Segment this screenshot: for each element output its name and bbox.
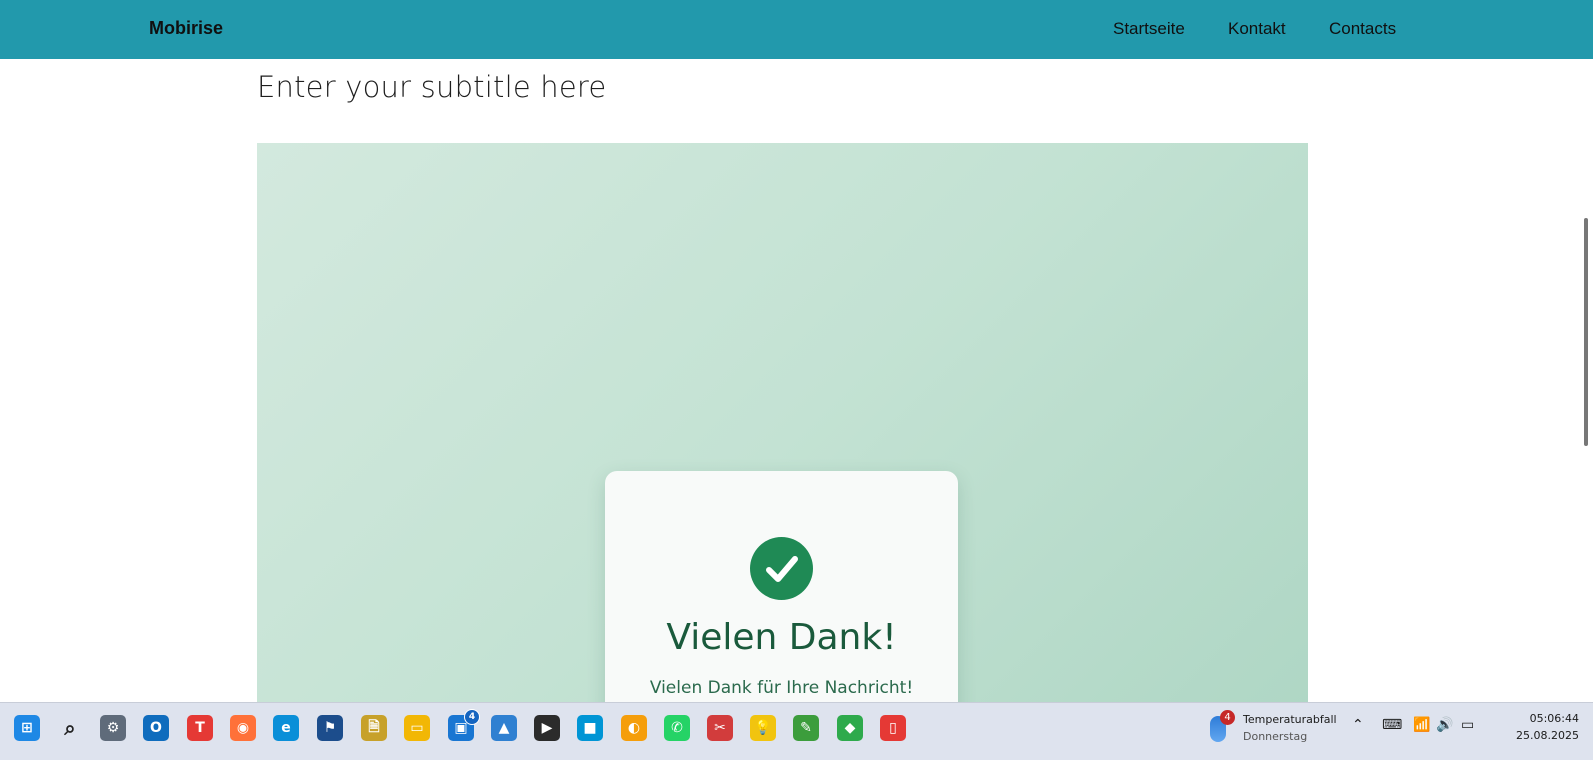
pie-app-icon[interactable]: ◐ [621,715,647,741]
file-explorer-icon[interactable]: ▭ [404,715,430,741]
top-navbar: Mobirise Startseite Kontakt Contacts [0,0,1593,59]
page-subtitle: Enter your subtitle here [257,70,607,104]
nav-link-kontakt[interactable]: Kontakt [1228,19,1286,39]
editor-icon[interactable]: ✎ [793,715,819,741]
phone-link-icon[interactable]: ▯ [880,715,906,741]
media-player-icon[interactable]: ▶ [534,715,560,741]
search-icon[interactable]: ⌕ [57,715,83,741]
volume-icon[interactable]: 🔊 [1436,717,1453,733]
weather-subtitle: Donnerstag [1243,730,1308,743]
snipping-tool-icon[interactable]: ✂ [707,715,733,741]
brand-logo[interactable]: Mobirise [149,18,223,39]
meet-icon[interactable]: ■ [577,715,603,741]
clock-time[interactable]: 05:06:44 [1530,712,1579,725]
whatsapp-icon[interactable]: ✆ [664,715,690,741]
card-title: Vielen Dank! [666,617,897,658]
windows-taskbar: ⊞ ⌕ ⚙ O T ◉ e ⚑ 🗎 ▭ ▣ 4 ▲ ▶ ■ ◐ ✆ ✂ 💡 ✎ ◆ ▯ 4 Temperaturabfal… [0,702,1593,760]
hero-section: Vielen Dank! Vielen Dank für Ihre Nachri… [257,143,1308,743]
tray-chevron-icon[interactable]: ⌃ [1352,717,1364,733]
weather-badge: 4 [1220,710,1235,725]
vpn-icon[interactable]: ⚑ [317,715,343,741]
weather-title: Temperaturabfall [1243,713,1337,726]
todo-app-icon[interactable]: T [187,715,213,741]
tips-icon[interactable]: 💡 [750,715,776,741]
app-badge: 4 [464,709,480,725]
card-message: Vielen Dank für Ihre Nachricht! [649,678,914,698]
remote-desktop-icon[interactable]: ▣ 4 [448,709,480,741]
check-circle-icon [750,537,813,600]
nav-link-contacts[interactable]: Contacts [1329,19,1396,39]
edge-icon[interactable]: e [273,715,299,741]
keyboard-icon[interactable]: ⌨ [1382,717,1402,733]
wifi-icon[interactable]: 📶 [1413,717,1430,733]
settings-icon[interactable]: ⚙ [100,715,126,741]
cube-app-icon[interactable]: ◆ [837,715,863,741]
page-scrollbar[interactable] [1584,218,1588,446]
outlook-icon[interactable]: O [143,715,169,741]
file-search-icon[interactable]: 🗎 [361,715,387,741]
clock-date[interactable]: 25.08.2025 [1516,729,1579,742]
nav-link-startseite[interactable]: Startseite [1113,19,1185,39]
firefox-icon[interactable]: ◉ [230,715,256,741]
photos-icon[interactable]: ▲ [491,715,517,741]
start-icon[interactable]: ⊞ [14,715,40,741]
battery-icon[interactable]: ▭ [1461,717,1474,733]
